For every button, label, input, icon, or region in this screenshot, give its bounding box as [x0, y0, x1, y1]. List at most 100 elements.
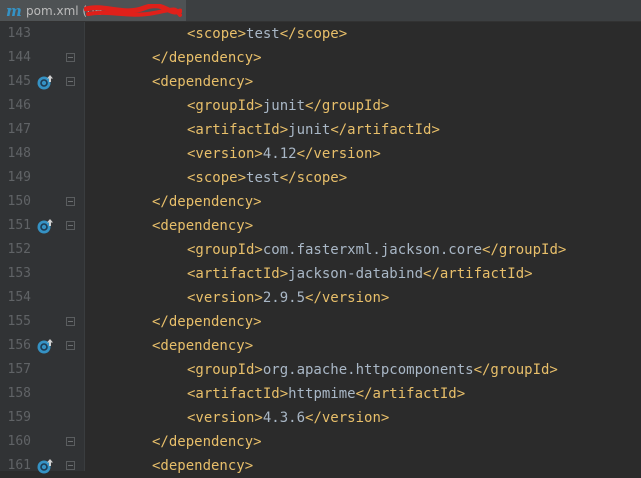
code-line[interactable]: 145 <dependency>: [0, 70, 641, 94]
line-number: 156: [7, 338, 31, 353]
code-text: <groupId>junit</groupId>: [187, 94, 389, 118]
xml-value: jackson-databind: [288, 266, 424, 282]
code-text: <version>4.12</version>: [187, 142, 381, 166]
code-line[interactable]: 149 <scope>test</scope>: [0, 166, 641, 190]
fold-marker-icon[interactable]: [66, 461, 75, 470]
xml-open-tag: <dependency>: [152, 218, 254, 234]
line-number: 158: [7, 386, 31, 401]
xml-close-tag: </artifactId>: [330, 122, 440, 138]
code-line[interactable]: 148 <version>4.12</version>: [0, 142, 641, 166]
code-line[interactable]: 144 </dependency>: [0, 46, 641, 70]
code-line[interactable]: 160 </dependency>: [0, 430, 641, 454]
fold-marker-icon[interactable]: [66, 197, 75, 206]
maven-dependency-icon[interactable]: [37, 338, 55, 354]
maven-dependency-icon[interactable]: [37, 74, 55, 90]
maven-dependency-icon[interactable]: [37, 458, 55, 474]
line-number: 147: [7, 122, 31, 137]
xml-close-tag: </groupId>: [473, 362, 558, 378]
line-number: 146: [7, 98, 31, 113]
xml-close-tag: </dependency>: [152, 314, 262, 330]
redaction-scribble: [84, 4, 182, 17]
code-line[interactable]: 146 <groupId>junit</groupId>: [0, 94, 641, 118]
line-number: 143: [7, 26, 31, 41]
code-line[interactable]: 156 <dependency>: [0, 334, 641, 358]
code-line[interactable]: 152 <groupId>com.fasterxml.jackson.core</…: [0, 238, 641, 262]
fold-marker-icon[interactable]: [66, 437, 75, 446]
code-text: <version>2.9.5</version>: [187, 286, 389, 310]
xml-open-tag: <dependency>: [152, 458, 254, 474]
code-text: <dependency>: [152, 214, 253, 238]
xml-value: junit: [288, 122, 331, 138]
xml-close-tag: </scope>: [279, 170, 348, 186]
xml-value: junit: [262, 98, 306, 114]
code-text: <groupId>org.apache.httpcomponents</grou…: [187, 358, 558, 382]
xml-value: org.apache.httpcomponents: [262, 362, 474, 378]
line-number: 155: [7, 314, 31, 329]
xml-close-tag: </artifactId>: [423, 266, 533, 282]
xml-open-tag: <version>: [187, 146, 263, 162]
code-line[interactable]: 153 <artifactId>jackson-databind</artifac…: [0, 262, 641, 286]
xml-open-tag: <groupId>: [187, 242, 263, 258]
line-number: 151: [7, 218, 31, 233]
xml-value: 4.3.6: [262, 410, 306, 426]
xml-value: 2.9.5: [262, 290, 306, 306]
tab-pom-xml[interactable]: m pom.xml (de: [0, 0, 186, 21]
code-text: <artifactId>httpmime</artifactId>: [187, 382, 465, 406]
xml-close-tag: </groupId>: [482, 242, 567, 258]
fold-marker-icon[interactable]: [66, 53, 75, 62]
xml-open-tag: <artifactId>: [187, 266, 289, 282]
line-number: 157: [7, 362, 31, 377]
xml-open-tag: <version>: [187, 290, 263, 306]
xml-close-tag: </version>: [305, 410, 390, 426]
xml-open-tag: <groupId>: [187, 98, 263, 114]
line-number: 149: [7, 170, 31, 185]
code-line[interactable]: 161 <dependency>: [0, 454, 641, 478]
fold-marker-icon[interactable]: [66, 221, 75, 230]
code-line[interactable]: 157 <groupId>org.apache.httpcomponents</g…: [0, 358, 641, 382]
line-number: 145: [7, 74, 31, 89]
maven-dependency-icon[interactable]: [37, 218, 55, 234]
code-text: </dependency>: [152, 310, 262, 334]
xml-close-tag: </scope>: [279, 26, 348, 42]
xml-open-tag: <dependency>: [152, 338, 254, 354]
code-editor[interactable]: 143 <scope>test</scope> 144 </dependency> 14…: [0, 22, 641, 474]
line-number: 153: [7, 266, 31, 281]
code-line[interactable]: 155 </dependency>: [0, 310, 641, 334]
line-number: 148: [7, 146, 31, 161]
code-line[interactable]: 151 <dependency>: [0, 214, 641, 238]
line-number: 160: [7, 434, 31, 449]
xml-close-tag: </groupId>: [305, 98, 390, 114]
code-line[interactable]: 158 <artifactId>httpmime</artifactId>: [0, 382, 641, 406]
line-number: 159: [7, 410, 31, 425]
fold-marker-icon[interactable]: [66, 317, 75, 326]
code-line[interactable]: 143 <scope>test</scope>: [0, 22, 641, 46]
code-line[interactable]: 159 <version>4.3.6</version>: [0, 406, 641, 430]
line-number: 154: [7, 290, 31, 305]
xml-close-tag: </version>: [305, 290, 390, 306]
code-text: </dependency>: [152, 190, 262, 214]
xml-value: test: [246, 26, 280, 42]
code-line[interactable]: 150 </dependency>: [0, 190, 641, 214]
xml-value: test: [246, 170, 280, 186]
code-text: <artifactId>junit</artifactId>: [187, 118, 440, 142]
xml-open-tag: <version>: [187, 410, 263, 426]
line-number: 161: [7, 458, 31, 473]
code-text: <scope>test</scope>: [187, 166, 347, 190]
code-line[interactable]: 154 <version>2.9.5</version>: [0, 286, 641, 310]
xml-close-tag: </dependency>: [152, 50, 262, 66]
fold-marker-icon[interactable]: [66, 77, 75, 86]
xml-open-tag: <scope>: [187, 26, 247, 42]
xml-value: com.fasterxml.jackson.core: [262, 242, 483, 258]
tab-filename-text: pom.xml: [26, 3, 79, 18]
fold-marker-icon[interactable]: [66, 341, 75, 350]
code-text: <dependency>: [152, 334, 253, 358]
xml-open-tag: <dependency>: [152, 74, 254, 90]
line-number: 152: [7, 242, 31, 257]
code-line[interactable]: 147 <artifactId>junit</artifactId>: [0, 118, 641, 142]
xml-value: 4.12: [262, 146, 297, 162]
editor-tab-bar: m pom.xml (de: [0, 0, 641, 22]
xml-close-tag: </artifactId>: [355, 386, 466, 402]
xml-close-tag: </version>: [296, 146, 381, 162]
xml-close-tag: </dependency>: [152, 194, 262, 210]
line-number: 150: [7, 194, 31, 209]
